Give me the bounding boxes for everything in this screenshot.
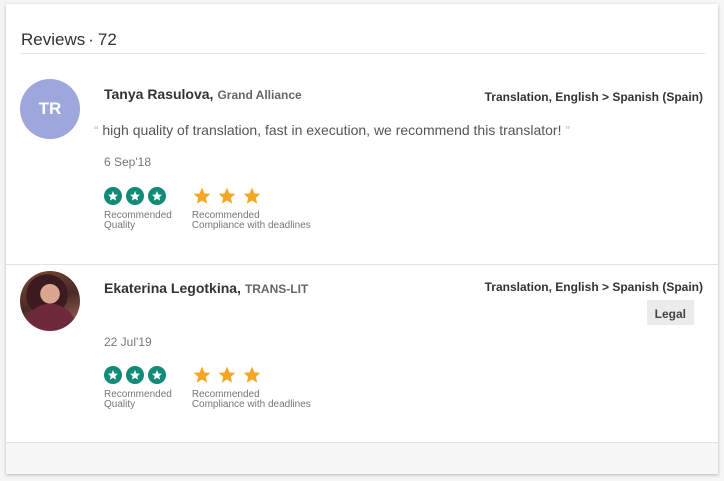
- star-icon: [193, 366, 211, 383]
- star-circle-icon: [104, 366, 122, 384]
- reviewer-name-line: Tanya Rasulova, Grand Alliance: [104, 86, 302, 102]
- card-footer: [6, 443, 718, 474]
- review-divider: [6, 264, 718, 265]
- star-circle-icon: [148, 366, 166, 384]
- header-separator: ·: [88, 30, 94, 49]
- reviews-count: 72: [97, 30, 117, 49]
- star-icon: [243, 187, 261, 204]
- star-icon: [193, 187, 211, 204]
- rating-deadlines: Recommended Compliance with deadlines: [192, 364, 311, 410]
- reviews-header: Reviews · 72: [21, 30, 705, 54]
- review-date: 6 Sep'18: [104, 155, 151, 169]
- service-label: Translation, English > Spanish (Spain): [484, 90, 703, 104]
- reviews-card: Reviews · 72 TR Tanya Rasulova, Grand Allia…: [6, 4, 718, 474]
- service-label: Translation, English > Spanish (Spain): [484, 280, 703, 294]
- star-circle-icon: [104, 187, 122, 205]
- review-text: high quality of translation, fast in exe…: [102, 122, 562, 138]
- close-quote-icon: ”: [565, 123, 570, 138]
- reviews-title: Reviews: [21, 30, 86, 49]
- star-icon: [218, 187, 236, 204]
- star-icon: [218, 366, 236, 383]
- star-circle-icon: [126, 187, 144, 205]
- rating-label: Recommended Compliance with deadlines: [192, 390, 311, 410]
- avatar[interactable]: TR: [20, 79, 80, 139]
- ratings: Recommended Quality Recommended Complian…: [104, 185, 331, 231]
- quality-stars: [104, 364, 172, 386]
- open-quote-icon: “: [94, 123, 99, 138]
- deadline-stars: [192, 185, 311, 207]
- rating-label: Recommended Compliance with deadlines: [192, 211, 311, 231]
- reviewer-name-line: Ekaterina Legotkina, TRANS-LIT: [104, 280, 308, 296]
- review-quote: “high quality of translation, fast in ex…: [90, 122, 574, 138]
- reviewer-company[interactable]: Grand Alliance: [217, 88, 301, 102]
- deadline-stars: [192, 364, 311, 386]
- avatar[interactable]: [20, 271, 80, 331]
- quality-stars: [104, 185, 172, 207]
- specialization-tag: Legal: [646, 300, 694, 325]
- ratings: Recommended Quality Recommended Complian…: [104, 364, 331, 410]
- reviewer-company[interactable]: TRANS-LIT: [245, 282, 308, 296]
- reviewer-name[interactable]: Ekaterina Legotkina,: [104, 280, 241, 296]
- rating-label-line2: Compliance with deadlines: [191, 399, 311, 410]
- star-circle-icon: [148, 187, 166, 205]
- rating-label-line2: Quality: [104, 220, 136, 231]
- star-circle-icon: [126, 366, 144, 384]
- rating-label-line2: Quality: [104, 399, 136, 410]
- rating-quality: Recommended Quality: [104, 185, 172, 231]
- rating-deadlines: Recommended Compliance with deadlines: [192, 185, 311, 231]
- rating-quality: Recommended Quality: [104, 364, 172, 410]
- star-icon: [243, 366, 261, 383]
- rating-label: Recommended Quality: [104, 390, 172, 410]
- rating-label: Recommended Quality: [104, 211, 172, 231]
- reviewer-name[interactable]: Tanya Rasulova,: [104, 86, 213, 102]
- avatar-initials: TR: [38, 99, 62, 118]
- review-date: 22 Jul'19: [104, 335, 152, 349]
- rating-label-line2: Compliance with deadlines: [191, 220, 311, 231]
